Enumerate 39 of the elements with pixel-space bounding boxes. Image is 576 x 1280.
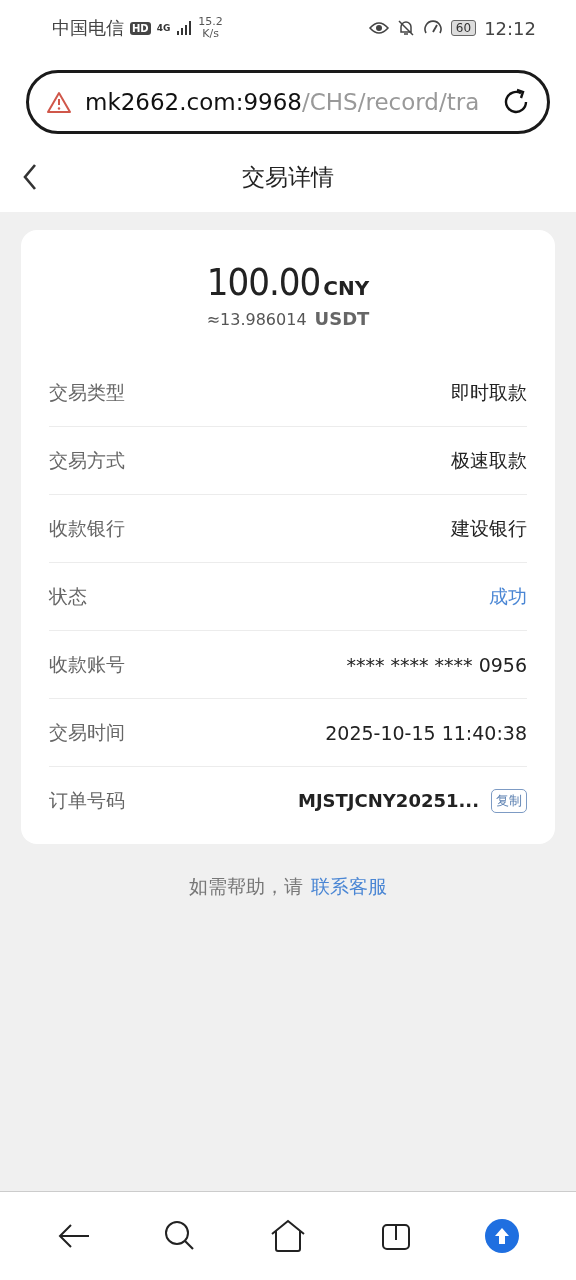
speed-value: 15.2 <box>198 16 223 28</box>
approx-currency: USDT <box>314 308 370 329</box>
detail-label: 交易时间 <box>49 719 125 745</box>
hd-badge: HD <box>130 21 151 35</box>
detail-label: 订单号码 <box>49 787 125 813</box>
amount-value: 100.00 <box>206 260 321 304</box>
detail-label: 状态 <box>49 583 87 609</box>
status-value: 成功 <box>489 583 527 609</box>
warning-icon <box>47 91 71 113</box>
network-type: 4G <box>156 23 171 33</box>
bell-muted-icon <box>396 19 415 37</box>
detail-label: 交易方式 <box>49 447 125 473</box>
detail-value: 2025-10-15 11:40:38 <box>325 721 527 744</box>
upload-icon[interactable] <box>485 1219 520 1253</box>
signal-icon <box>176 20 193 36</box>
approx-value: ≈13.986014 <box>206 310 307 329</box>
detail-value: 即时取款 <box>451 379 527 405</box>
detail-label: 交易类型 <box>49 379 125 405</box>
page-title: 交易详情 <box>242 162 334 192</box>
copy-button[interactable]: 复制 <box>491 788 527 813</box>
amount-currency: CNY <box>323 276 370 300</box>
detail-value: **** **** **** 0956 <box>346 653 527 676</box>
detail-value: 极速取款 <box>451 447 527 473</box>
help-text: 如需帮助，请 <box>189 874 303 899</box>
url-text: mk2662.com:9968/CHS/record/tra <box>85 89 481 115</box>
back-arrow-icon[interactable] <box>56 1222 91 1250</box>
home-icon[interactable] <box>270 1219 306 1253</box>
detail-label: 收款账号 <box>49 651 125 677</box>
carrier-name: 中国电信 <box>52 16 124 40</box>
eye-icon <box>368 21 389 35</box>
battery-level: 60 <box>450 20 477 36</box>
address-bar[interactable]: mk2662.com:9968/CHS/record/tra <box>26 70 550 134</box>
contact-link[interactable]: 联系客服 <box>311 874 387 900</box>
detail-label: 收款银行 <box>49 515 125 541</box>
speed-unit: K/s <box>202 28 219 40</box>
back-icon[interactable] <box>22 163 38 191</box>
clock-time: 12:12 <box>484 17 536 39</box>
order-number: MJSTJCNY20251... <box>298 790 479 811</box>
detail-value: 建设银行 <box>451 515 527 541</box>
